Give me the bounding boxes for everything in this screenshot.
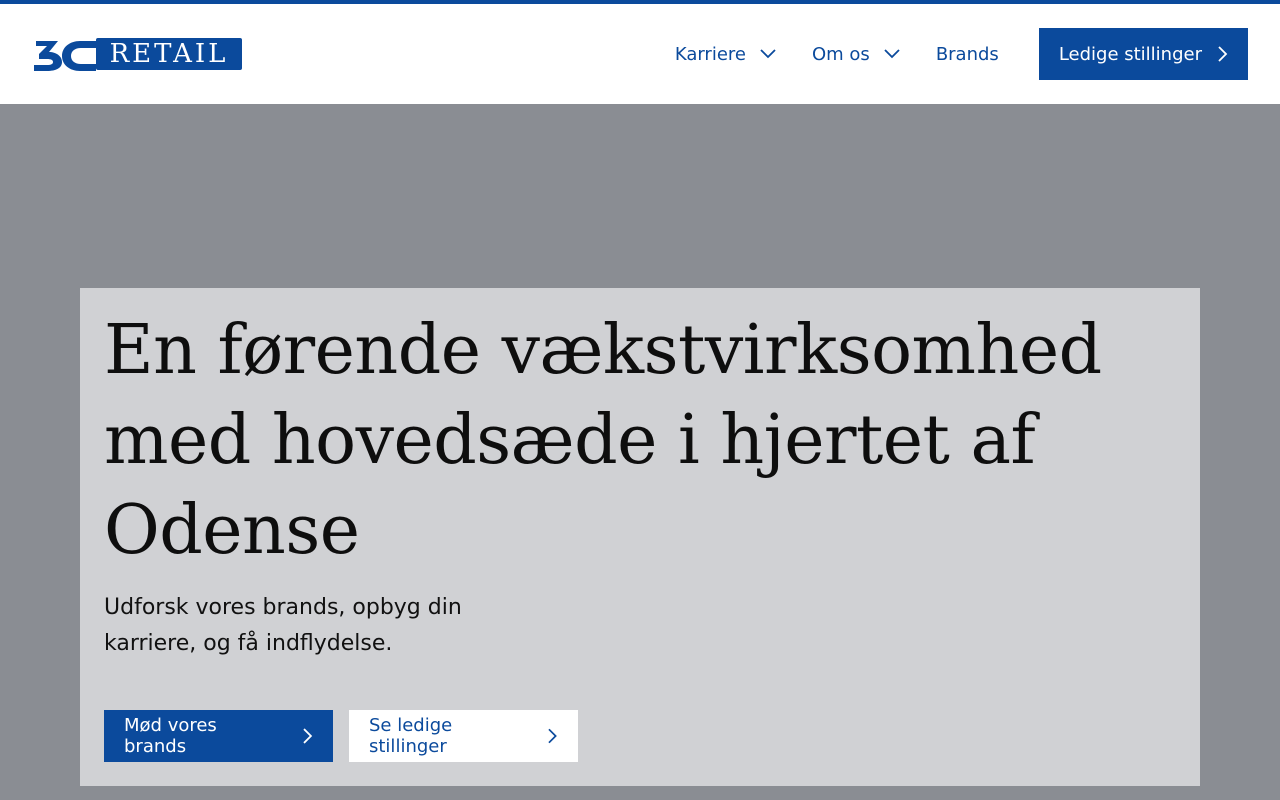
logo-wordmark: RETAIL bbox=[96, 38, 242, 70]
main-nav: Karriere Om os Brands Ledige stillinger bbox=[675, 28, 1248, 80]
chevron-down-icon bbox=[760, 49, 776, 59]
hero-title: En førende vækstvirksomhed med hovedsæde… bbox=[104, 311, 1102, 570]
logo-text: RETAIL bbox=[109, 39, 229, 69]
chevron-right-icon bbox=[1218, 46, 1228, 62]
button-label: Mød vores brands bbox=[124, 715, 217, 757]
button-label: Ledige stillinger bbox=[1058, 43, 1202, 65]
site-logo[interactable]: RETAIL bbox=[32, 38, 244, 72]
button-label: Se ledige stillinger bbox=[369, 715, 453, 757]
hero-panel: En førende vækstvirksomhed med hovedsæde… bbox=[80, 288, 1200, 786]
nav-item-karriere[interactable]: Karriere bbox=[675, 44, 776, 65]
chevron-right-icon bbox=[548, 728, 558, 744]
site-header: RETAIL Karriere Om os Brands Ledige stil… bbox=[0, 4, 1280, 104]
nav-item-brands[interactable]: Brands bbox=[936, 44, 999, 65]
nav-item-label: Karriere bbox=[674, 43, 746, 65]
logo-3c-mark-icon bbox=[34, 41, 96, 71]
hero-subtitle: Udforsk vores brands, opbyg din karriere… bbox=[104, 595, 462, 656]
nav-item-om-os[interactable]: Om os bbox=[812, 44, 900, 65]
nav-item-label: Om os bbox=[811, 43, 870, 65]
nav-item-label: Brands bbox=[935, 43, 999, 65]
meet-brands-button[interactable]: Mød vores brands bbox=[104, 710, 333, 762]
chevron-down-icon bbox=[884, 49, 900, 59]
chevron-right-icon bbox=[303, 728, 313, 744]
see-jobs-button[interactable]: Se ledige stillinger bbox=[349, 710, 578, 762]
ledige-stillinger-button[interactable]: Ledige stillinger bbox=[1038, 28, 1248, 80]
